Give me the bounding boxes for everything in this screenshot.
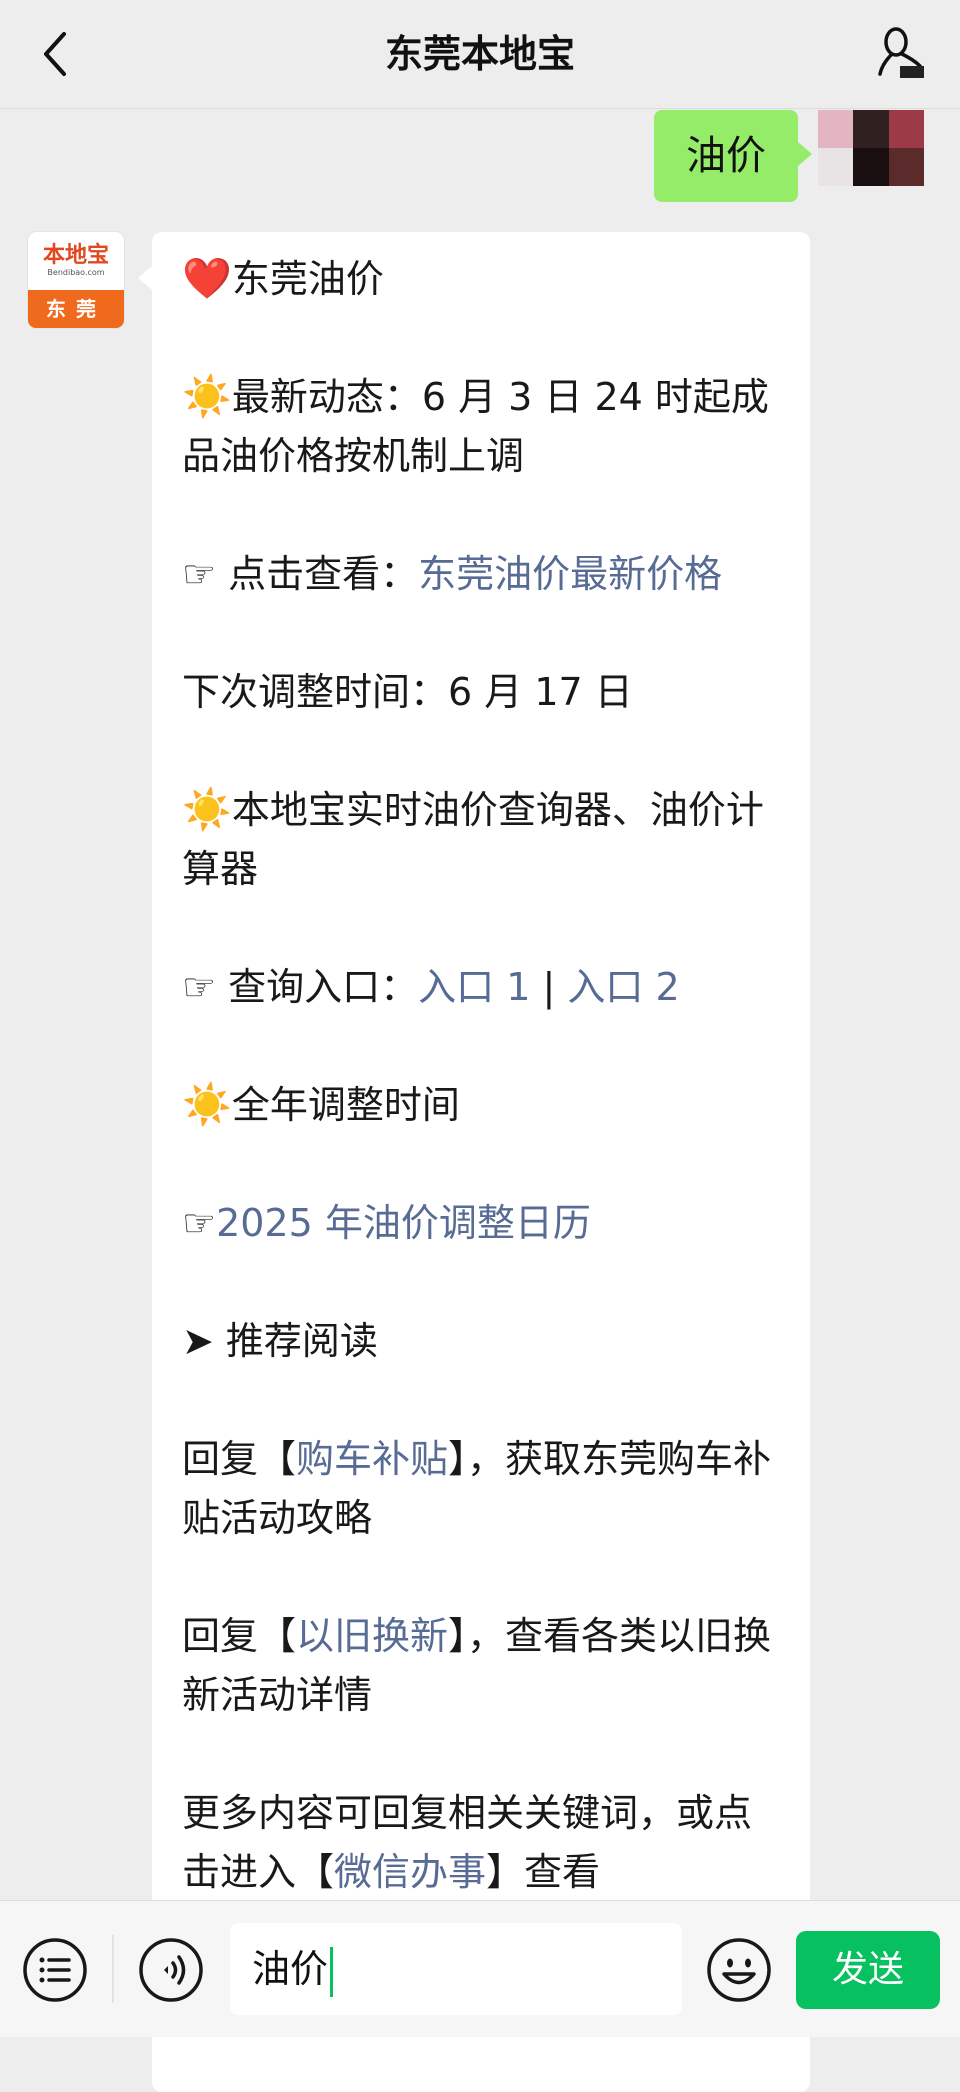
reply-paragraph-car-subsidy: 回复【购车补贴】，获取东莞购车补贴活动攻略 — [182, 1430, 782, 1548]
reply-paragraph-more: 更多内容可回复相关关键词，或点击进入【微信办事】查看 — [182, 1784, 782, 1902]
person-icon — [878, 27, 924, 78]
voice-button[interactable] — [138, 1937, 204, 2003]
entry-1-link[interactable]: 入口 1 — [418, 965, 530, 1009]
reply-message-text: ❤️东莞油价 ☀️最新动态：6 月 3 日 24 时起成品油价格按机制上调 ☞ … — [182, 250, 782, 1961]
reply-paragraph-year: ☀️全年调整时间 — [182, 1076, 782, 1135]
sent-message-text: 油价 — [686, 133, 766, 179]
latest-price-link[interactable]: 东莞油价最新价格 — [418, 552, 722, 596]
reply-paragraph-next: 下次调整时间：6 月 17 日 — [182, 663, 782, 722]
entry-separator: | — [530, 965, 568, 1009]
recommend-text: 推荐阅读 — [213, 1319, 378, 1363]
message-input[interactable]: 油价 — [230, 1923, 682, 2015]
reply-paragraph-entry: ☞ 查询入口：入口 1 | 入口 2 — [182, 958, 782, 1017]
trade-in-link[interactable]: 以旧换新 — [296, 1614, 448, 1658]
send-button[interactable]: 发送 — [796, 1931, 940, 2009]
pointing-hand-icon: ☞ — [182, 552, 217, 596]
calendar-link[interactable]: 2025 年油价调整日历 — [216, 1201, 591, 1245]
reply-paragraph-trade-in: 回复【以旧换新】，查看各类以旧换新活动详情 — [182, 1607, 782, 1725]
reply-message-bubble: ❤️东莞油价 ☀️最新动态：6 月 3 日 24 时起成品油价格按机制上调 ☞ … — [138, 232, 810, 2092]
tools-text: 本地宝实时油价查询器、油价计算器 — [182, 788, 764, 891]
message-input-value: 油价 — [252, 1947, 329, 1991]
message-input-text: 油价 — [252, 1923, 334, 2015]
arrow-icon: ➤ — [182, 1319, 214, 1363]
car-subsidy-pre: 回复【 — [182, 1437, 297, 1481]
reply-paragraph-tools: ☀️本地宝实时油价查询器、油价计算器 — [182, 781, 782, 899]
sun-icon: ☀️ — [182, 374, 232, 420]
wechat-service-link[interactable]: 微信办事 — [334, 1850, 486, 1894]
latest-news-text: 最新动态：6 月 3 日 24 时起成品油价格按机制上调 — [182, 375, 769, 478]
sun-icon: ☀️ — [182, 787, 232, 833]
my-avatar[interactable] — [818, 110, 924, 186]
smile-icon — [707, 1938, 771, 2002]
reply-paragraph-title: ❤️东莞油价 — [182, 250, 782, 309]
pointing-hand-icon: ☞ — [182, 1201, 217, 1245]
profile-button[interactable] — [870, 22, 934, 86]
bot-avatar[interactable]: 本地宝 Bendibao.com 东莞 — [28, 232, 124, 328]
reply-paragraph-latest: ☀️最新动态：6 月 3 日 24 时起成品油价格按机制上调 — [182, 368, 782, 486]
input-toolbar: 油价 发送 — [0, 1900, 960, 2037]
reply-paragraph-recommend: ➤ 推荐阅读 — [182, 1312, 782, 1371]
trade-in-pre: 回复【 — [182, 1614, 297, 1658]
heart-icon: ❤️ — [182, 256, 232, 302]
entry-2-link[interactable]: 入口 2 — [567, 965, 679, 1009]
emoji-button[interactable] — [706, 1937, 772, 2003]
sun-icon: ☀️ — [182, 1082, 232, 1128]
view-prefix: 点击查看： — [216, 552, 419, 596]
reply-paragraph-calendar: ☞2025 年油价调整日历 — [182, 1194, 782, 1253]
reply-paragraph-view: ☞ 点击查看：东莞油价最新价格 — [182, 545, 782, 604]
more-post: 】查看 — [486, 1850, 601, 1894]
text-caret — [330, 1946, 334, 1997]
toolbar-divider — [112, 1935, 114, 2003]
year-schedule-text: 全年调整时间 — [231, 1083, 460, 1127]
list-icon — [23, 1938, 87, 2002]
voice-icon — [139, 1938, 203, 2002]
oil-price-heading: 东莞油价 — [231, 257, 384, 301]
pointing-hand-icon: ☞ — [182, 965, 217, 1009]
car-subsidy-link[interactable]: 购车补贴 — [296, 1437, 448, 1481]
sent-message-bubble[interactable]: 油价 — [654, 110, 812, 202]
menu-button[interactable] — [22, 1937, 88, 2003]
next-adjust-text: 下次调整时间：6 月 17 日 — [182, 670, 633, 714]
page-title: 东莞本地宝 — [384, 32, 575, 76]
entry-prefix: 查询入口： — [216, 965, 419, 1009]
avatar-logo-subtext: Bendibao.com — [47, 268, 105, 277]
avatar-city-label: 东莞 — [28, 290, 124, 328]
avatar-logo-text: 本地宝 — [42, 243, 109, 268]
navigation-bar: 东莞本地宝 — [0, 0, 960, 109]
